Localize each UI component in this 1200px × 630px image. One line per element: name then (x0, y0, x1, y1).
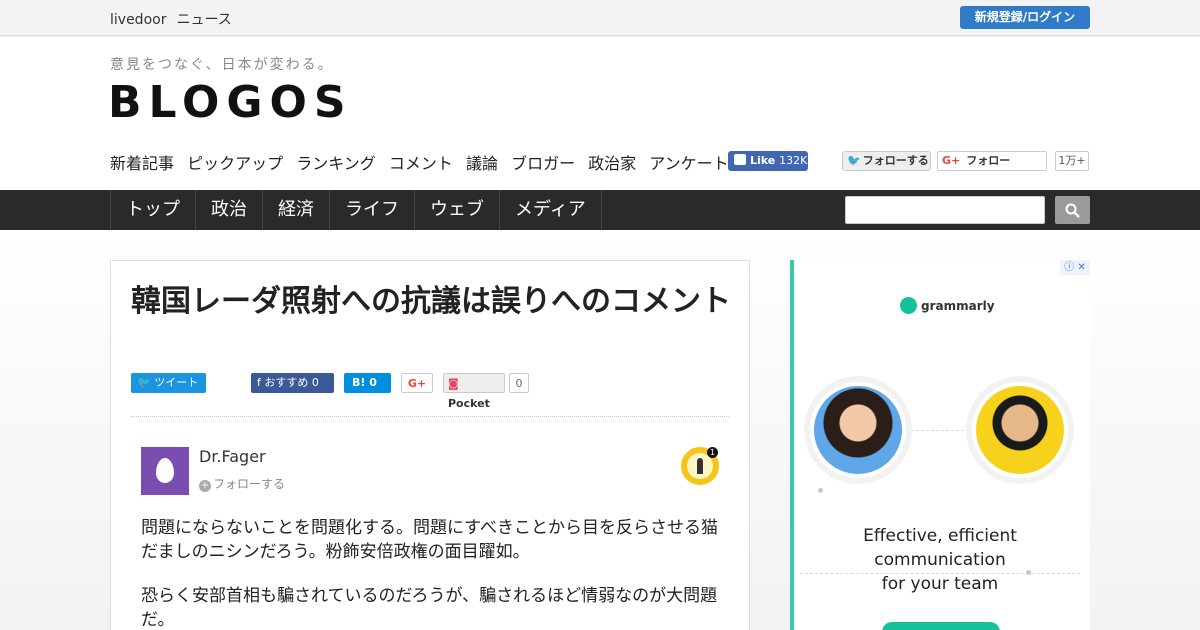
egg-icon (156, 458, 174, 483)
search-button[interactable] (1055, 196, 1090, 224)
gplus-icon: G+ (942, 154, 961, 167)
header-nav-politicians[interactable]: 政治家 (588, 154, 636, 173)
gplus-follow-count: 1万+ (1055, 151, 1089, 171)
brand-news[interactable]: ニュース (176, 12, 231, 28)
search-icon (1065, 203, 1080, 218)
plus-icon: + (199, 480, 211, 492)
livedoor-news-brand[interactable]: livedoor ニュース (110, 9, 242, 29)
adchoices-icons[interactable]: ⓘ ✕ (1060, 260, 1090, 275)
register-login-button[interactable]: 新規登録/ログイン (960, 6, 1090, 29)
fb-recommend-label: おすすめ (264, 376, 309, 389)
pocket-label: Pocket (448, 397, 490, 410)
ad-copy-line-1: Effective, efficient (863, 526, 1017, 546)
tweet-label: ツイート (154, 376, 199, 389)
tweet-button[interactable]: 🐦 ツイート (131, 373, 206, 393)
header-nav: 新着記事 ピックアップ ランキング コメント 議論 ブロガー 政治家 アンケート (110, 150, 737, 174)
author-badge: 1 (681, 447, 719, 485)
grammarly-logo: grammarly (900, 297, 995, 314)
header-nav-debate[interactable]: 議論 (466, 154, 498, 173)
header-nav-comments[interactable]: コメント (389, 154, 453, 173)
brand-livedoor[interactable]: livedoor (110, 12, 166, 28)
nav-web[interactable]: ウェブ (415, 190, 500, 230)
hatena-count: 0 (369, 376, 377, 389)
pocket-icon: ◙ (448, 377, 459, 390)
facebook-recommend-button[interactable]: f おすすめ 0 (251, 373, 334, 393)
gplus-share-button[interactable]: G+ (401, 373, 433, 393)
search-input[interactable] (845, 196, 1045, 224)
header-nav-pickup[interactable]: ピックアップ (187, 154, 283, 173)
fb-recommend-count: 0 (311, 376, 319, 389)
nav-politics[interactable]: 政治 (196, 190, 263, 230)
pocket-button[interactable]: ◙ Pocket (443, 373, 505, 410)
site-tagline: 意見をつなぐ、日本が変わる。 (110, 57, 334, 73)
fb-like-label: Like (750, 154, 776, 167)
person-photo-2 (972, 382, 1068, 478)
author-name[interactable]: Dr.Fager (199, 447, 266, 466)
twitter-bird-icon: 🐦 (847, 154, 861, 167)
header-nav-new-articles[interactable]: 新着記事 (110, 154, 174, 173)
badge-count: 1 (707, 447, 718, 458)
sidebar-advertisement[interactable]: ⓘ ✕ grammarly Effective, efficient commu… (790, 260, 1090, 630)
grammarly-brand: grammarly (921, 299, 995, 313)
twitter-bird-icon: 🐦 (137, 376, 151, 389)
facebook-icon: f (257, 376, 261, 389)
article-paragraph-2: 恐らく安部首相も騙されているのだろうが、騙されるほど情弱なのが大問題だ。 (141, 586, 718, 630)
main-category-nav: トップ 政治 経済 ライフ ウェブ メディア (0, 190, 1200, 230)
nav-top[interactable]: トップ (111, 190, 196, 230)
twitter-follow-button[interactable]: 🐦 フォローする (842, 151, 931, 171)
article-card: 韓国レーダ照射への抗議は誤りへのコメント 🐦 ツイート f おすすめ 0 B! … (110, 260, 750, 630)
author-follow-link[interactable]: + フォローする (199, 475, 285, 492)
thumbs-up-icon (734, 154, 746, 165)
nav-media[interactable]: メディア (500, 190, 602, 230)
ad-copy-line-3: for your team (881, 574, 999, 594)
blogos-logo[interactable]: BLOGOS (108, 77, 353, 128)
site-header: 意見をつなぐ、日本が変わる。 BLOGOS 新着記事 ピックアップ ランキング … (0, 37, 1200, 190)
twitter-follow-label: フォローする (862, 154, 929, 167)
person-photo-1 (810, 382, 906, 478)
follow-label: フォローする (213, 477, 286, 491)
gplus-follow-button[interactable]: G+ フォロー (937, 151, 1047, 171)
header-nav-bloggers[interactable]: ブロガー (511, 154, 575, 173)
ad-decor-dot (818, 488, 823, 493)
person-icon (697, 458, 703, 474)
top-utility-bar: livedoor ニュース 新規登録/ログイン (0, 0, 1200, 36)
author-avatar[interactable] (141, 447, 189, 495)
hatena-bookmark-button[interactable]: B! 0 (344, 373, 391, 393)
pocket-count: 0 (509, 373, 529, 393)
ad-copy-line-2: communication (874, 550, 1006, 570)
gplus-follow-label: フォロー (966, 154, 1011, 167)
fb-like-count: 132K (779, 154, 808, 167)
ad-accent-bar (790, 260, 794, 630)
nav-economy[interactable]: 経済 (263, 190, 330, 230)
hatena-label: B! (352, 376, 366, 389)
grammarly-icon (900, 297, 917, 314)
header-nav-survey[interactable]: アンケート (649, 154, 728, 173)
facebook-like-button[interactable]: Like 132K (728, 151, 808, 171)
header-nav-ranking[interactable]: ランキング (296, 154, 376, 173)
article-title: 韓国レーダ照射への抗議は誤りへのコメント (131, 284, 731, 319)
nav-life[interactable]: ライフ (330, 190, 415, 230)
ad-copy: Effective, efficient communication for y… (820, 524, 1060, 596)
ad-cta-button[interactable] (882, 622, 1000, 630)
article-divider (131, 416, 729, 417)
article-paragraph-1: 問題にならないことを問題化する。問題にすべきことから目を反らさせる猫だましのニシ… (141, 518, 718, 562)
